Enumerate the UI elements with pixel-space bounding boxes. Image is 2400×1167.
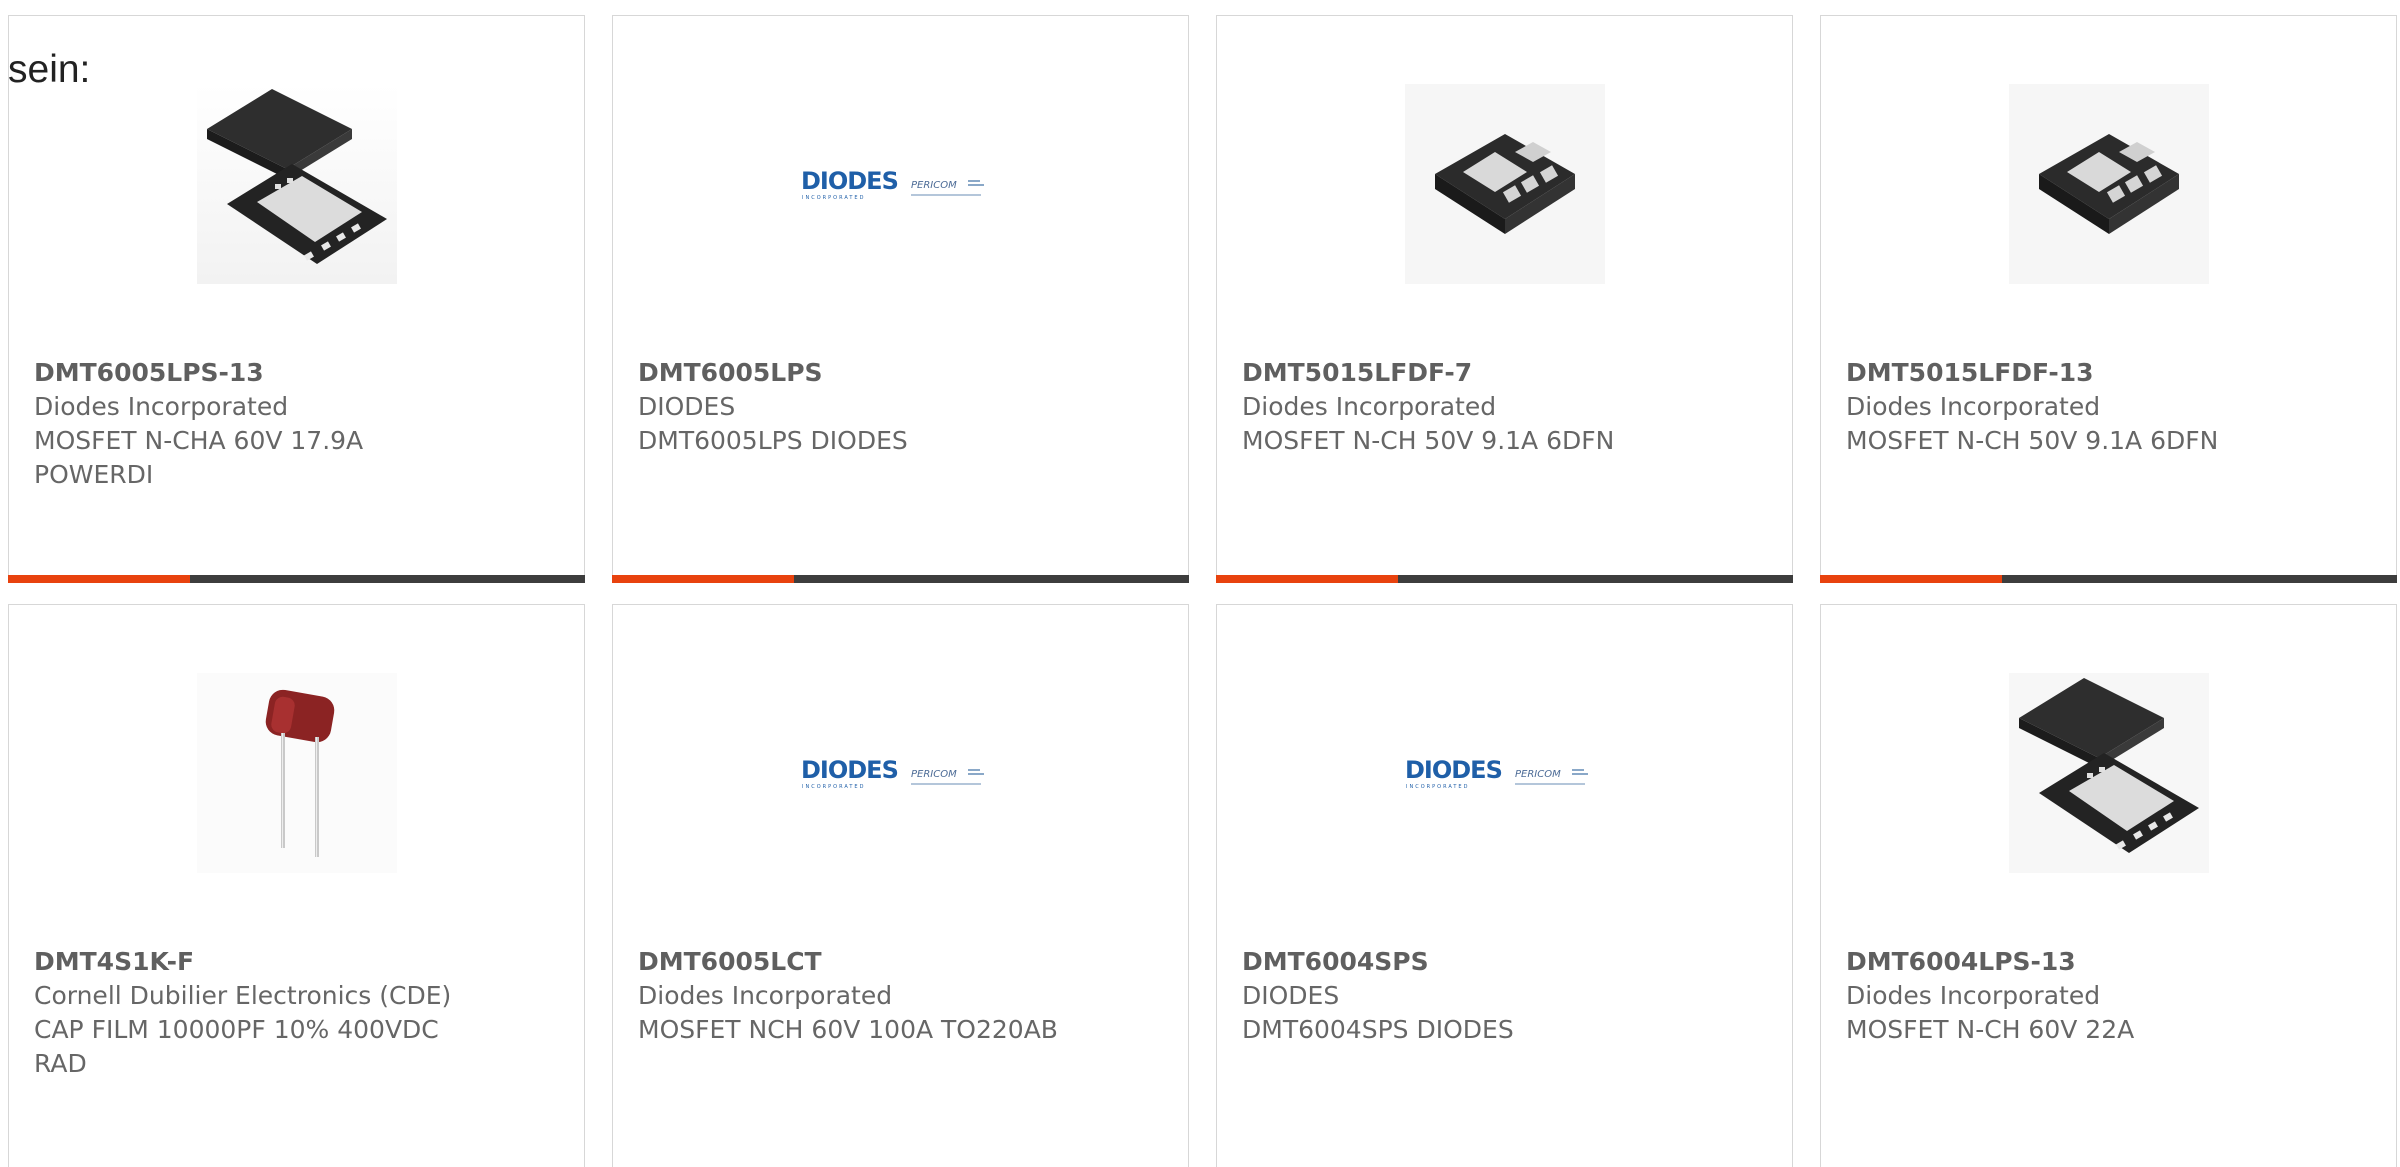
product-info: DMT6004LPS-13 Diodes Incorporated MOSFET… (1846, 945, 2286, 1047)
product-manufacturer: Cornell Dubilier Electronics (CDE) (34, 981, 452, 1010)
product-description: MOSFET N-CH 60V 22A (1846, 1015, 2135, 1044)
product-info: DMT6005LPS-13 Diodes Incorporated MOSFET… (34, 356, 474, 492)
product-card[interactable]: DMT5015LFDF-7 Diodes Incorporated MOSFET… (1216, 15, 1793, 583)
card-accent (1216, 575, 1398, 583)
product-card[interactable]: DMT5015LFDF-13 Diodes Incorporated MOSFE… (1820, 15, 2397, 583)
product-description: CAP FILM 10000PF 10% 400VDC RAD (34, 1015, 439, 1078)
dfn-package-image[interactable] (2009, 84, 2209, 284)
product-description: MOSFET NCH 60V 100A TO220AB (638, 1015, 1058, 1044)
product-manufacturer: Diodes Incorporated (638, 981, 893, 1010)
product-card[interactable]: DIODES INCORPORATED PERICOM DMT6005LCT D… (612, 604, 1189, 1167)
product-part-number[interactable]: DMT4S1K-F (34, 945, 474, 979)
product-info: DMT6005LCT Diodes Incorporated MOSFET NC… (638, 945, 1078, 1047)
product-grid-page: sein: DMT6005LPS-13 Diodes Incorporated … (0, 0, 2400, 1167)
product-manufacturer: Diodes Incorporated (1846, 392, 2101, 421)
powerdi-package-image[interactable] (197, 84, 397, 284)
product-info: DMT5015LFDF-7 Diodes Incorporated MOSFET… (1242, 356, 1682, 458)
card-bottom-bar (8, 575, 585, 583)
product-manufacturer: DIODES (1242, 981, 1340, 1010)
card-bottom-bar (1216, 575, 1793, 583)
product-description: DMT6004SPS DIODES (1242, 1015, 1514, 1044)
logo-text: DIODES (801, 756, 898, 784)
product-part-number[interactable]: DMT6005LPS-13 (34, 356, 474, 390)
card-accent (8, 575, 190, 583)
product-part-number[interactable]: DMT6004LPS-13 (1846, 945, 2286, 979)
product-card[interactable]: DMT6005LPS-13 Diodes Incorporated MOSFET… (8, 15, 585, 583)
product-manufacturer: Diodes Incorporated (1846, 981, 2101, 1010)
product-part-number[interactable]: DMT6005LCT (638, 945, 1078, 979)
product-description: DMT6005LPS DIODES (638, 426, 908, 455)
product-info: DMT6005LPS DIODES DMT6005LPS DIODES (638, 356, 1078, 458)
product-card[interactable]: DMT4S1K-F Cornell Dubilier Electronics (… (8, 604, 585, 1167)
product-part-number[interactable]: DMT5015LFDF-13 (1846, 356, 2286, 390)
product-card[interactable]: DMT6004LPS-13 Diodes Incorporated MOSFET… (1820, 604, 2397, 1167)
diodes-pericom-logo-image[interactable]: DIODES INCORPORATED PERICOM (801, 673, 1001, 873)
logo-text: DIODES (1405, 756, 1502, 784)
film-capacitor-image[interactable] (197, 673, 397, 873)
product-manufacturer: Diodes Incorporated (1242, 392, 1497, 421)
diodes-pericom-logo-image[interactable]: DIODES INCORPORATED PERICOM (801, 84, 1001, 284)
product-info: DMT6004SPS DIODES DMT6004SPS DIODES (1242, 945, 1682, 1047)
logo-text: DIODES (801, 167, 898, 195)
card-bottom-bar (612, 575, 1189, 583)
product-description: MOSFET N-CH 50V 9.1A 6DFN (1242, 426, 1615, 455)
product-part-number[interactable]: DMT6004SPS (1242, 945, 1682, 979)
leading-text: sein: (8, 48, 91, 91)
product-manufacturer: Diodes Incorporated (34, 392, 289, 421)
product-description: MOSFET N-CH 50V 9.1A 6DFN (1846, 426, 2219, 455)
product-info: DMT5015LFDF-13 Diodes Incorporated MOSFE… (1846, 356, 2286, 458)
product-part-number[interactable]: DMT5015LFDF-7 (1242, 356, 1682, 390)
logo-subtext: INCORPORATED (802, 784, 865, 790)
product-info: DMT4S1K-F Cornell Dubilier Electronics (… (34, 945, 474, 1081)
product-card[interactable]: DIODES INCORPORATED PERICOM DMT6005LPS D… (612, 15, 1189, 583)
card-bottom-bar (1820, 575, 2397, 583)
product-part-number[interactable]: DMT6005LPS (638, 356, 1078, 390)
logo-subtext: INCORPORATED (1406, 784, 1469, 790)
card-accent (1820, 575, 2002, 583)
product-description: MOSFET N-CHA 60V 17.9A POWERDI (34, 426, 364, 489)
product-card[interactable]: DIODES INCORPORATED PERICOM DMT6004SPS D… (1216, 604, 1793, 1167)
dfn-package-image[interactable] (1405, 84, 1605, 284)
card-accent (612, 575, 794, 583)
logo-partner: PERICOM (911, 180, 957, 191)
product-manufacturer: DIODES (638, 392, 736, 421)
logo-partner: PERICOM (911, 769, 957, 780)
diodes-pericom-logo-image[interactable]: DIODES INCORPORATED PERICOM (1405, 673, 1605, 873)
logo-partner: PERICOM (1515, 769, 1561, 780)
powerdi-package-image[interactable] (2009, 673, 2209, 873)
logo-subtext: INCORPORATED (802, 195, 865, 201)
